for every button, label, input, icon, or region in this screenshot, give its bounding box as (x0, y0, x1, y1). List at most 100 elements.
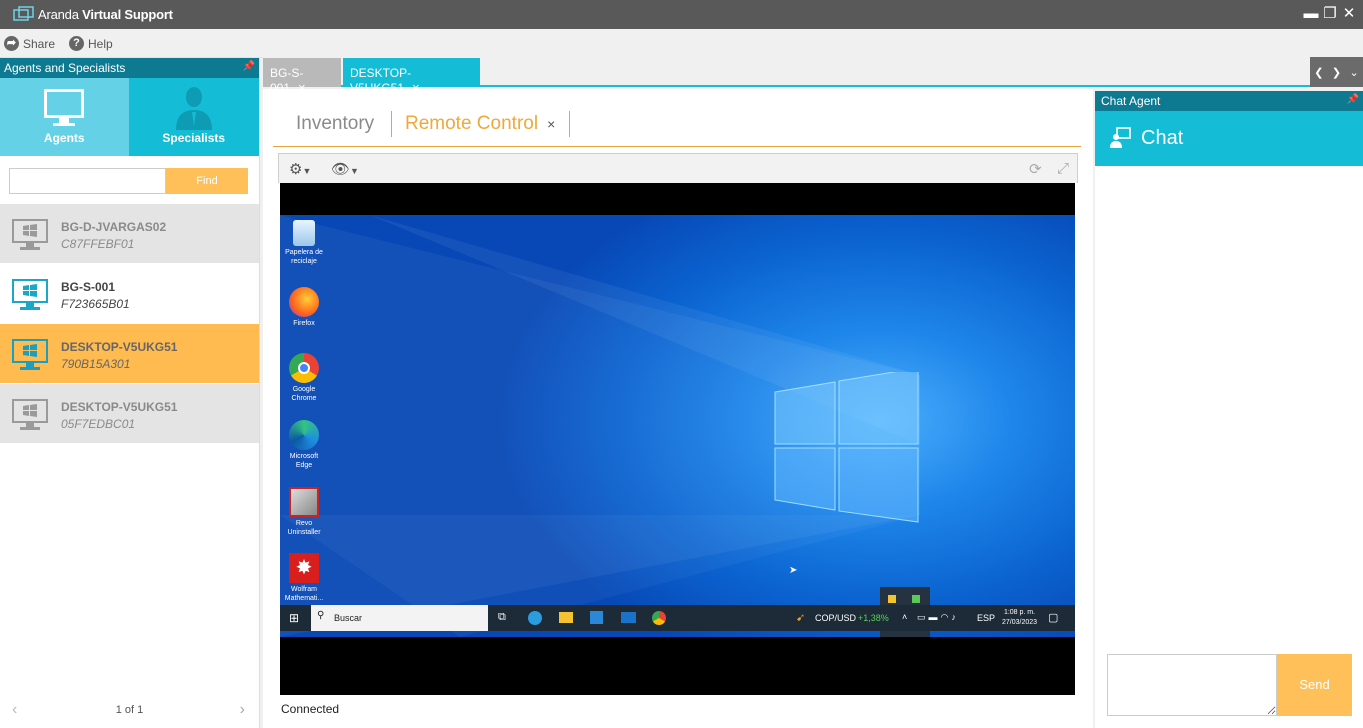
send-button[interactable]: Send (1277, 654, 1352, 716)
page-indicator: 1 of 1 (115, 704, 144, 716)
mouse-cursor-icon: ➤ (789, 565, 798, 576)
connection-status: Connected (281, 702, 340, 716)
fullscreen-icon[interactable]: ⤢ (1057, 160, 1069, 177)
agent-search-input[interactable] (9, 168, 166, 194)
tray-app-icon[interactable] (912, 595, 920, 603)
windows-computer-icon (12, 279, 48, 310)
remote-desktop-wallpaper[interactable]: Papelera de reciclaje Firefox Google Chrom… (280, 215, 1075, 637)
agent-id: 790B15A301 (61, 357, 131, 371)
chat-message-input[interactable] (1107, 654, 1277, 716)
session-tab-strip: BG-S-001 × DESKTOP-V5UKG51 × ❮ ❯ ⌄ (263, 57, 1363, 95)
desktop-icon-recycle-bin[interactable]: Papelera de reciclaje (284, 220, 324, 266)
minimize-icon[interactable]: ▬ (1303, 6, 1319, 22)
ticker-label[interactable]: COP/USD (815, 613, 856, 623)
task-view-icon[interactable]: ⧉ (498, 611, 506, 624)
windows-computer-icon (12, 399, 48, 430)
tab-right-icon[interactable]: ❯ (1332, 66, 1341, 79)
edge-icon (289, 420, 319, 450)
share-icon: ➦ (4, 36, 19, 51)
view-eye-icon[interactable]: 👁▼ (331, 160, 359, 178)
notifications-icon[interactable]: ▢ (1048, 611, 1058, 624)
tab-desktop-v5ukg51[interactable]: DESKTOP-V5UKG51 × (343, 58, 480, 95)
pager: ‹ 1 of 1 › (0, 698, 259, 722)
wallpaper-beams (280, 215, 920, 637)
desktop-icon-chrome[interactable]: Google Chrome (284, 353, 324, 403)
session-panel: Inventory Remote Control × ⚙▼ 👁▼ ⟳ ⤢ Pap… (263, 89, 1093, 728)
close-icon[interactable]: ✕ (1341, 6, 1357, 22)
remote-toolbar: ⚙▼ 👁▼ ⟳ ⤢ (278, 153, 1078, 183)
tab-bg-s-001[interactable]: BG-S-001 × (263, 58, 341, 95)
tray-app-icon[interactable] (888, 595, 896, 603)
tab-left-icon[interactable]: ❮ (1314, 66, 1323, 79)
desktop-icon-firefox[interactable]: Firefox (284, 287, 324, 328)
language-indicator[interactable]: ESP (977, 613, 995, 623)
agent-list-item[interactable]: BG-D-JVARGAS02 C87FFEBF01 (0, 204, 259, 263)
sub-tabs: Inventory Remote Control × (273, 109, 1081, 147)
next-page-icon[interactable]: › (240, 701, 245, 719)
tab-inventory[interactable]: Inventory (296, 113, 374, 135)
chat-panel: Chat Agent 📌 Chat Send (1095, 91, 1363, 728)
settings-gear-icon[interactable]: ⚙▼ (289, 160, 311, 178)
windows-computer-icon (12, 339, 48, 370)
specialists-mode-button[interactable]: Specialists (128, 78, 259, 156)
monitor-icon (44, 89, 85, 126)
edge-taskbar-icon[interactable] (528, 611, 542, 625)
agent-id: C87FFEBF01 (61, 237, 135, 251)
help-icon: ? (69, 36, 84, 51)
find-button[interactable]: Find (166, 168, 248, 194)
taskbar-clock[interactable]: 1:08 p. m. 27/03/2023 (1002, 608, 1037, 628)
search-icon: ⚲ (317, 610, 325, 621)
restore-icon[interactable]: ❐ (1322, 6, 1338, 22)
store-icon[interactable] (590, 611, 603, 624)
pin-icon[interactable]: 📌 (1347, 94, 1359, 105)
divider (569, 111, 570, 137)
remote-screen[interactable]: Papelera de reciclaje Firefox Google Chrom… (280, 183, 1075, 695)
tab-remote-control[interactable]: Remote Control × (405, 113, 555, 135)
recycle-bin-icon (293, 220, 315, 246)
windows-start-icon[interactable]: ⊞ (289, 611, 299, 625)
pin-icon[interactable]: 📌 (243, 61, 255, 72)
chat-icon (1110, 127, 1131, 148)
agent-name: DESKTOP-V5UKG51 (61, 340, 178, 354)
wolfram-icon: ✸ (289, 553, 319, 583)
desktop-icon-revo[interactable]: Revo Uninstaller (284, 487, 324, 537)
app-title: Aranda Virtual Support (38, 7, 173, 22)
refresh-icon[interactable]: ⟳ (1029, 160, 1042, 178)
menu-bar: ➦ Share ? Help (0, 29, 1363, 58)
specialist-person-icon (175, 87, 212, 130)
agent-list-item[interactable]: DESKTOP-V5UKG51 790B15A301 (0, 324, 259, 383)
agent-name: BG-S-001 (61, 280, 116, 294)
desktop-icon-edge[interactable]: Microsoft Edge (284, 420, 324, 470)
file-explorer-icon[interactable] (559, 612, 573, 623)
ticker-change: +1,38% (858, 613, 889, 623)
title-bar: Aranda Virtual Support ▬ ❐ ✕ (0, 0, 1363, 29)
chrome-icon (289, 353, 319, 383)
mail-icon[interactable] (621, 612, 636, 623)
revo-uninstaller-icon (289, 487, 319, 517)
agent-name: BG-D-JVARGAS02 (61, 220, 167, 234)
agents-mode-button[interactable]: Agents (0, 78, 129, 156)
agent-list-item[interactable]: DESKTOP-V5UKG51 05F7EDBC01 (0, 384, 259, 443)
agent-id: F723665B01 (61, 297, 130, 311)
agents-panel: Agents and Specialists 📌 Agents Speciali… (0, 58, 260, 728)
ticker-icon: ➹ (796, 612, 806, 624)
divider (391, 111, 392, 137)
agent-name: DESKTOP-V5UKG51 (61, 400, 178, 414)
agent-list-item[interactable]: BG-S-001 F723665B01 (0, 264, 259, 323)
help-button[interactable]: ? Help (69, 36, 113, 51)
close-remote-control-icon[interactable]: × (547, 116, 555, 132)
taskbar-search-box[interactable]: ⚲ Buscar (311, 605, 488, 631)
desktop-icon-wolfram[interactable]: ✸ Wolfram Mathemati... (284, 553, 324, 603)
share-button[interactable]: ➦ Share (4, 36, 55, 51)
chat-panel-header: Chat Agent 📌 (1095, 91, 1363, 111)
chrome-taskbar-icon[interactable] (652, 611, 666, 625)
tray-chevron-up-icon[interactable]: ˄ (902, 612, 907, 622)
tab-navigation: ❮ ❯ ⌄ (1310, 57, 1363, 87)
firefox-icon (289, 287, 319, 317)
remote-taskbar: ⊞ ⚲ Buscar ⧉ ➹ COP/USD +1,38% ˄ ▭▬◠♪ ESP… (280, 605, 1075, 631)
windows-computer-icon (12, 219, 48, 250)
system-tray-icons[interactable]: ▭▬◠♪ (917, 612, 959, 623)
tab-list-chevron-down-icon[interactable]: ⌄ (1350, 66, 1359, 79)
agents-panel-header: Agents and Specialists 📌 (0, 58, 259, 78)
windows-logo-icon (774, 372, 919, 523)
